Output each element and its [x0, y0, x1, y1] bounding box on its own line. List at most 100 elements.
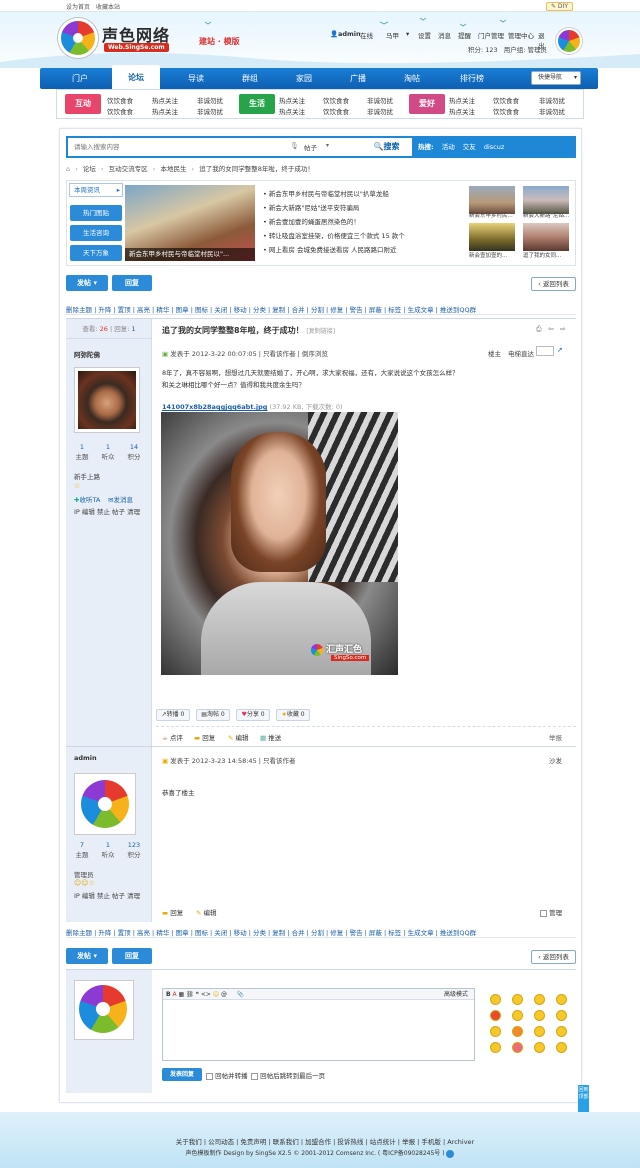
attachment-link[interactable]: 141007x8b28aqgjqq6abt.jpg	[162, 403, 267, 411]
message-link[interactable]: ✉发消息	[108, 494, 133, 504]
forward-button[interactable]: ↗转播 0	[156, 709, 190, 721]
user-link-portal-admin[interactable]: 门户管理	[478, 30, 504, 40]
mod-tool[interactable]: 分割	[311, 929, 324, 937]
mod-tool[interactable]: 标签	[388, 306, 401, 314]
footer-link[interactable]: 举报	[402, 1138, 415, 1146]
mod-tool[interactable]: 推送到QQ群	[440, 929, 476, 937]
admin-links[interactable]: IP 编辑 禁止 帖子 清理	[74, 506, 140, 516]
footer-link[interactable]: 手机版	[421, 1138, 441, 1146]
breadcrumb-item[interactable]: 论坛	[83, 165, 96, 173]
mod-tool[interactable]: 分类	[253, 306, 266, 314]
only-author-link[interactable]: 只看该作者	[263, 350, 296, 358]
sub-link[interactable]: 饮饮食食	[107, 95, 133, 105]
search-button[interactable]: 🔍搜索	[364, 139, 409, 155]
set-home-link[interactable]: 设为首页	[66, 2, 90, 11]
news-tab-weekly[interactable]: 本周资讯 ▸	[69, 183, 123, 197]
news-thumb-image[interactable]	[523, 186, 569, 214]
smiley-icon[interactable]	[534, 994, 545, 1005]
mod-tool[interactable]: 置顶	[118, 306, 131, 314]
tag-life[interactable]: 生活	[239, 94, 275, 114]
smiley-icon[interactable]	[556, 994, 567, 1005]
floor-jump-input[interactable]	[536, 346, 554, 356]
news-featured-caption[interactable]: 新会东甲乡村民与帝临堂村民以"...	[125, 248, 255, 261]
sub-link[interactable]: 饮饮食食	[107, 106, 133, 116]
nav-collection[interactable]: 淘帖	[388, 68, 436, 89]
smiley-icon[interactable]	[534, 1026, 545, 1037]
sub-link[interactable]: 非诚勿扰	[197, 106, 223, 116]
mod-tool[interactable]: 移动	[234, 929, 247, 937]
quote-icon[interactable]: ❝	[196, 991, 199, 998]
author-stat[interactable]: 1 主题	[70, 443, 94, 461]
horse-menu[interactable]: 马甲	[386, 30, 399, 40]
author-stat[interactable]: 7 主题	[70, 841, 94, 859]
submit-reply-button[interactable]: 发表回复	[162, 1068, 202, 1081]
breadcrumb-item[interactable]: 本地民生	[160, 165, 186, 173]
report-link[interactable]: 举报	[549, 732, 562, 742]
footer-link[interactable]: 站点统计	[370, 1138, 396, 1146]
smiley-icon[interactable]	[556, 1010, 567, 1021]
user-group[interactable]: 用户组: 管理员	[504, 46, 547, 54]
mod-tool[interactable]: 推送到QQ群	[440, 306, 476, 314]
post-button[interactable]: 发帖 ▾	[66, 948, 108, 964]
mod-tool[interactable]: 警告	[350, 929, 363, 937]
breadcrumb-item[interactable]: 互动交流专区	[109, 165, 148, 173]
reply-forward-option[interactable]: 回帖并转播	[206, 1070, 248, 1080]
smiley-icon[interactable]	[490, 1026, 501, 1037]
user-points[interactable]: 积分: 123	[468, 46, 498, 54]
mod-tool[interactable]: 合并	[292, 929, 305, 937]
mod-tool[interactable]: 移动	[234, 306, 247, 314]
mod-tool[interactable]: 图章	[176, 929, 189, 937]
mod-tool[interactable]: 升降	[98, 929, 111, 937]
news-thumb-image[interactable]	[523, 223, 569, 251]
mod-tool[interactable]: 分类	[253, 929, 266, 937]
mod-tool[interactable]: 修复	[330, 306, 343, 314]
author-stat[interactable]: 1 听众	[96, 841, 120, 859]
nav-home[interactable]: 家园	[280, 68, 328, 89]
mod-tool[interactable]: 置顶	[118, 929, 131, 937]
share-button[interactable]: ♥分享 0	[236, 709, 270, 721]
diy-button[interactable]: ✎ DIY	[546, 2, 573, 11]
sub-link[interactable]: 热点关注	[279, 106, 305, 116]
reverse-order-link[interactable]: 倒序浏览	[302, 350, 328, 358]
site-logo[interactable]: 声色网络 Web.SingSe.com	[58, 18, 193, 60]
smiley-icon[interactable]	[512, 1026, 523, 1037]
news-thumb-image[interactable]	[469, 186, 515, 214]
news-thumb-caption[interactable]: 新会东甲乡村民...	[469, 211, 521, 219]
footer-link[interactable]: 关于我们	[176, 1138, 202, 1146]
return-list-button[interactable]: ‹ 返回列表	[531, 950, 576, 964]
smiley-icon[interactable]	[556, 1026, 567, 1037]
search-type-select[interactable]: 帖子	[304, 142, 317, 152]
microphone-icon[interactable]: 🎙	[290, 142, 299, 150]
sub-link[interactable]: 非诚勿扰	[539, 106, 565, 116]
news-tab-world[interactable]: 天下万象	[70, 245, 122, 261]
mod-tool[interactable]: 删除主题	[66, 306, 92, 314]
mod-tool[interactable]: 警告	[350, 306, 363, 314]
at-icon[interactable]: @	[221, 991, 227, 998]
sub-link[interactable]: 热点关注	[279, 95, 305, 105]
post-button[interactable]: 发帖 ▾	[66, 275, 108, 291]
reply-button[interactable]: 回复	[112, 948, 152, 964]
footer-link[interactable]: 免责声明	[240, 1138, 266, 1146]
horse-arrow-icon[interactable]: ▾	[406, 30, 409, 38]
smiley-icon[interactable]: ☺	[213, 991, 219, 998]
mod-tool[interactable]: 精华	[156, 306, 169, 314]
author-avatar[interactable]	[74, 773, 136, 835]
image-icon[interactable]: ▦	[179, 991, 185, 998]
online-status[interactable]: 在线	[360, 30, 373, 40]
font-color-icon[interactable]: A	[173, 991, 177, 998]
hot-search-item[interactable]: 交友	[463, 143, 476, 151]
author-name[interactable]: 阿弥陀佛	[74, 349, 100, 359]
smiley-icon[interactable]	[556, 1042, 567, 1053]
print-icon[interactable]: ⎙	[536, 325, 542, 334]
footer-link[interactable]: 联系我们	[273, 1138, 299, 1146]
next-thread-icon[interactable]: ⇨	[560, 325, 566, 333]
prev-thread-icon[interactable]: ⇦	[548, 325, 554, 333]
code-icon[interactable]: <>	[201, 991, 211, 998]
smiley-icon[interactable]	[512, 1042, 523, 1053]
smiley-icon[interactable]	[534, 1010, 545, 1021]
mod-tool[interactable]: 图标	[195, 306, 208, 314]
mod-tool[interactable]: 生成文章	[408, 929, 434, 937]
search-input[interactable]	[70, 140, 320, 154]
mod-tool[interactable]: 复制	[272, 929, 285, 937]
sub-link[interactable]: 热点关注	[449, 95, 475, 105]
